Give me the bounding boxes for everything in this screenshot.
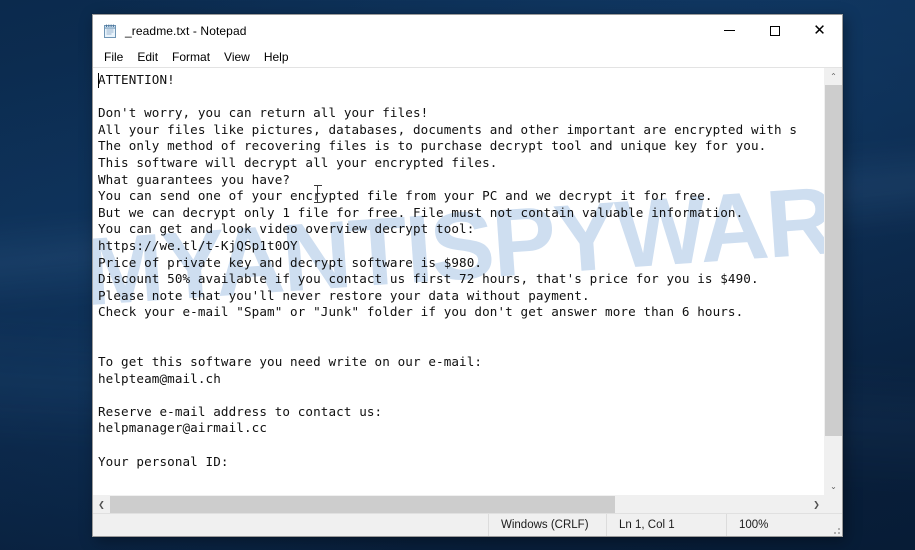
text-editor[interactable]: MYANTISPYWARE.COM ATTENTION! Don't worry…: [93, 68, 824, 495]
window-title: _readme.txt - Notepad: [125, 23, 247, 38]
menu-item-view[interactable]: View: [217, 48, 257, 66]
vertical-scroll-track[interactable]: [825, 85, 842, 478]
scroll-down-icon[interactable]: ⌄: [825, 478, 842, 495]
vertical-scroll-thumb[interactable]: [825, 85, 842, 436]
caption-button-group: ✕: [707, 15, 842, 46]
horizontal-scroll-track[interactable]: [110, 496, 808, 513]
horizontal-scroll-thumb[interactable]: [110, 496, 615, 513]
title-bar[interactable]: _readme.txt - Notepad ✕: [93, 15, 842, 46]
notepad-document-icon: [102, 23, 118, 39]
status-line-ending: Windows (CRLF): [488, 514, 606, 536]
close-icon: ✕: [813, 21, 826, 39]
close-button[interactable]: ✕: [797, 15, 842, 46]
maximize-icon: [769, 25, 780, 36]
scroll-left-icon[interactable]: ❮: [93, 496, 110, 513]
status-cursor-position: Ln 1, Col 1: [606, 514, 726, 536]
scroll-up-icon[interactable]: ⌃: [825, 68, 842, 85]
maximize-button[interactable]: [752, 15, 797, 46]
editor-row: MYANTISPYWARE.COM ATTENTION! Don't worry…: [93, 68, 842, 495]
status-bar-spacer: [93, 514, 488, 536]
scrollbar-corner: [825, 496, 842, 513]
editor-region: MYANTISPYWARE.COM ATTENTION! Don't worry…: [93, 67, 842, 513]
vertical-scrollbar[interactable]: ⌃ ⌄: [824, 68, 842, 495]
title-bar-left: _readme.txt - Notepad: [93, 23, 247, 39]
resize-grip[interactable]: [826, 520, 842, 536]
minimize-icon: [724, 30, 735, 31]
status-zoom-level: 100%: [726, 514, 826, 536]
status-bar: Windows (CRLF) Ln 1, Col 1 100%: [93, 513, 842, 536]
menu-item-edit[interactable]: Edit: [130, 48, 165, 66]
text-caret: [98, 73, 99, 88]
minimize-button[interactable]: [707, 15, 752, 46]
menu-item-format[interactable]: Format: [165, 48, 217, 66]
scroll-right-icon[interactable]: ❯: [808, 496, 825, 513]
notepad-window: _readme.txt - Notepad ✕ File Edit Format…: [92, 14, 843, 537]
menu-bar: File Edit Format View Help: [93, 46, 842, 67]
menu-item-file[interactable]: File: [97, 48, 130, 66]
horizontal-scrollbar[interactable]: ❮ ❯: [93, 495, 842, 513]
menu-item-help[interactable]: Help: [257, 48, 296, 66]
document-text: ATTENTION! Don't worry, you can return a…: [98, 72, 798, 469]
